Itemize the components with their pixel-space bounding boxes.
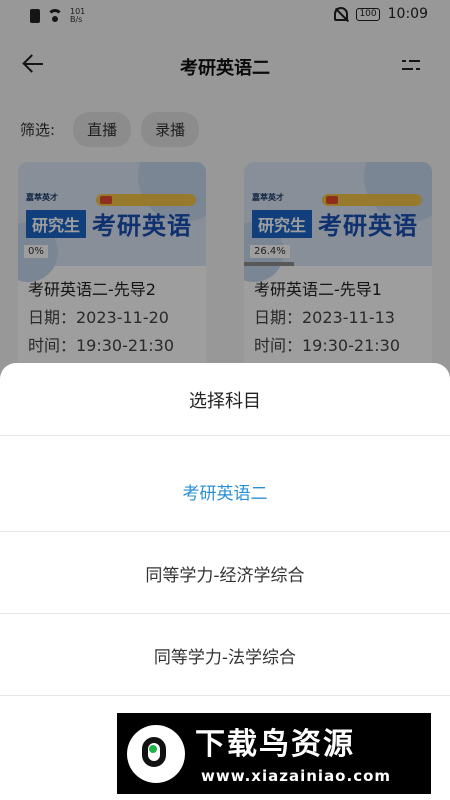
sheet-title: 选择科目: [189, 391, 261, 412]
watermark-logo-icon: [127, 725, 185, 783]
divider: [0, 531, 450, 532]
divider: [0, 435, 450, 436]
subject-option-english-2[interactable]: 考研英语二: [0, 451, 450, 531]
divider: [0, 613, 450, 614]
divider: [0, 695, 450, 696]
subject-option-law[interactable]: 同等学力-法学综合: [0, 615, 450, 695]
watermark-banner: 下载鸟资源 www.xiazainiao.com: [117, 713, 431, 794]
subject-option-economics[interactable]: 同等学力-经济学综合: [0, 533, 450, 613]
watermark-name: 下载鸟资源: [195, 727, 355, 762]
watermark-url: www.xiazainiao.com: [201, 767, 392, 785]
